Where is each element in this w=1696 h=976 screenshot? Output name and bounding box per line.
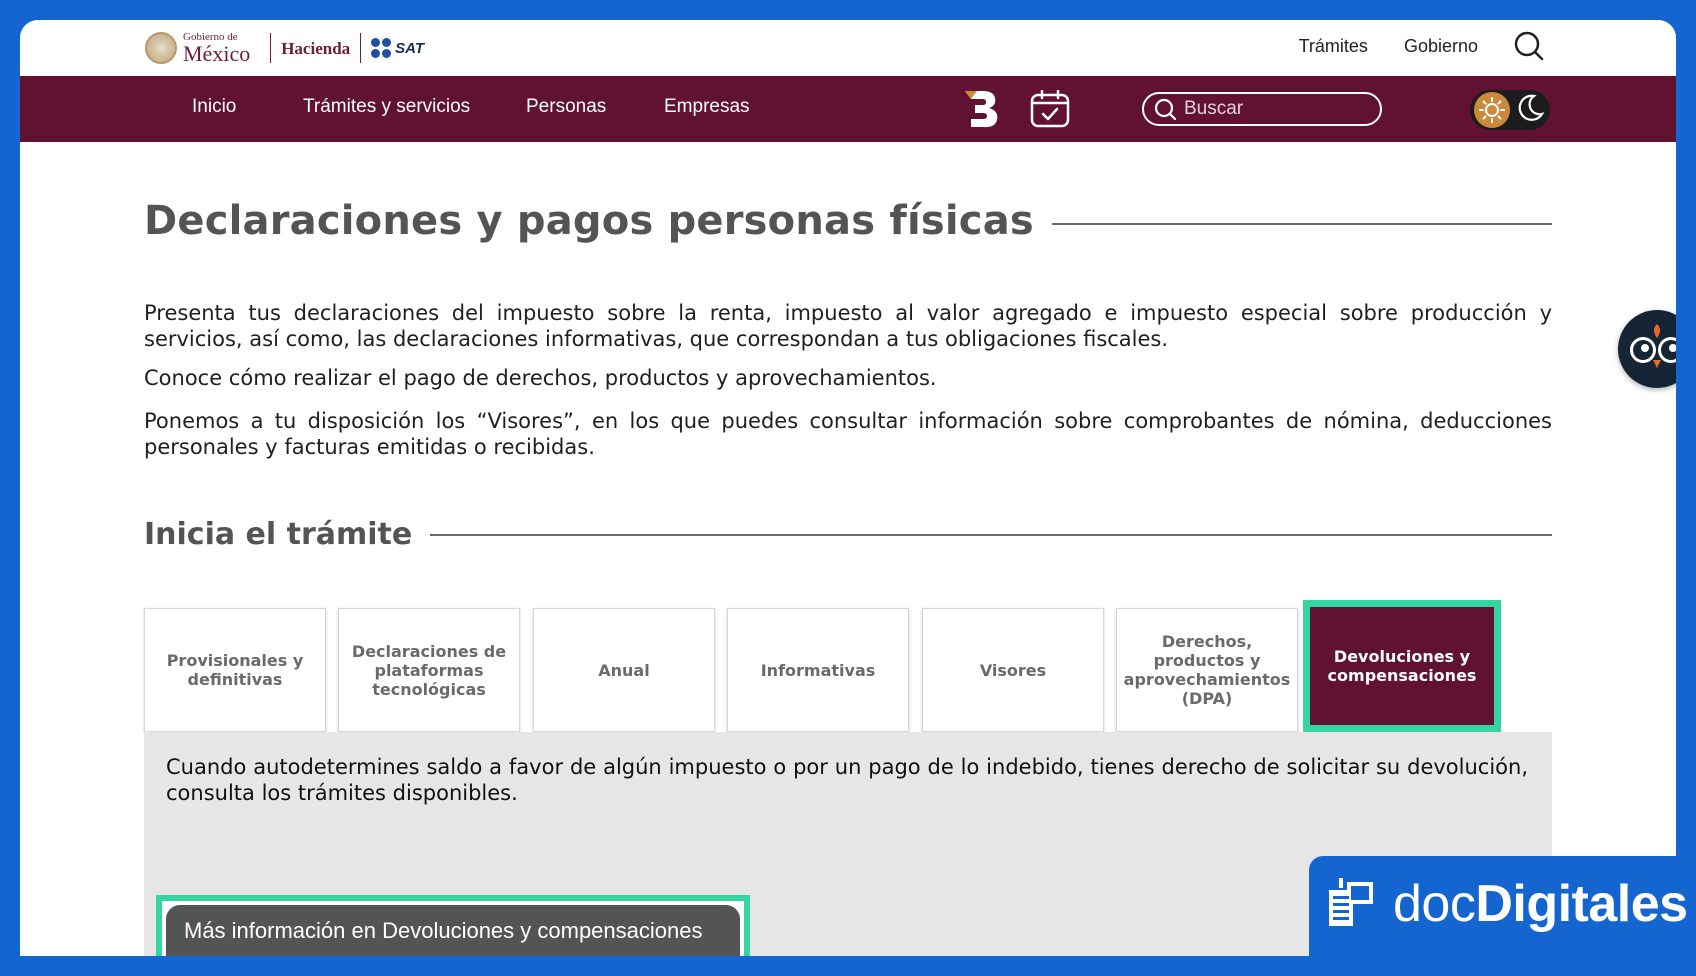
section-title-row: Inicia el trámite — [144, 517, 1552, 552]
logo-divider — [270, 33, 272, 63]
logo-sat: SAT — [395, 39, 425, 57]
moon-icon — [1514, 92, 1546, 128]
title-rule — [1051, 223, 1552, 225]
government-logos[interactable]: Gobierno de México Hacienda SAT — [145, 26, 424, 70]
tab-provisionales[interactable]: Provisionales y definitivas — [144, 608, 326, 732]
panel-text: Cuando autodetermines saldo a favor de a… — [166, 755, 1528, 805]
gobierno-mexico-logo: Gobierno de México — [183, 31, 251, 66]
intro-paragraph-2: Conoce cómo realizar el pago de derechos… — [144, 366, 937, 390]
logo-hacienda: Hacienda — [281, 38, 351, 58]
intro-paragraph-1: Presenta tus declaraciones del impuesto … — [144, 301, 1552, 351]
top-link-tramites[interactable]: Trámites — [1299, 36, 1368, 57]
sat-logo: SAT — [371, 38, 424, 58]
watermark-text: docDigitales — [1393, 874, 1688, 934]
nav-item-inicio[interactable]: Inicio — [192, 96, 236, 118]
search-icon[interactable] — [1513, 30, 1545, 62]
browser-page: Gobierno de México Hacienda SAT Trámites… — [20, 20, 1676, 956]
logo-divider — [360, 33, 362, 63]
sat-dots-icon — [371, 38, 392, 58]
main-nav: Inicio Trámites y servicios Personas Emp… — [20, 76, 1676, 142]
search-icon — [1154, 98, 1176, 120]
page-title: Declaraciones y pagos personas físicas — [144, 198, 1034, 244]
search-field[interactable] — [1142, 92, 1382, 126]
document-icon — [1329, 878, 1373, 926]
intro-paragraph-3: Ponemos a tu disposición los “Visores”, … — [144, 409, 1552, 459]
docdigitales-watermark: docDigitales — [1309, 856, 1696, 976]
top-link-gobierno[interactable]: Gobierno — [1404, 36, 1478, 57]
section-title: Inicia el trámite — [144, 517, 413, 552]
section-rule — [430, 533, 1552, 536]
page-title-row: Declaraciones y pagos personas físicas — [144, 198, 1552, 244]
tab-dpa[interactable]: Derechos, productos y aprovechamientos (… — [1116, 608, 1298, 732]
sun-icon — [1474, 92, 1510, 128]
watermark-prefix: doc — [1393, 875, 1476, 933]
tab-visores[interactable]: Visores — [922, 608, 1104, 732]
more-info-highlight: Más información en Devoluciones y compen… — [156, 895, 750, 956]
tab-devoluciones-compensaciones[interactable]: Devoluciones y compensaciones — [1303, 600, 1501, 732]
watermark-bold: Digitales — [1475, 875, 1688, 933]
top-bar: Gobierno de México Hacienda SAT Trámites… — [20, 20, 1676, 76]
nav-item-empresas[interactable]: Empresas — [664, 96, 750, 118]
top-links: Trámites Gobierno — [1299, 36, 1478, 57]
logo-gob-big: México — [183, 40, 251, 66]
tab-plataformas-tecnologicas[interactable]: Declaraciones de plataformas tecnológica… — [338, 608, 520, 732]
b-logo-icon[interactable] — [963, 89, 1001, 129]
hacienda-logo: Hacienda — [281, 40, 350, 57]
owl-assistant-icon[interactable] — [1618, 310, 1676, 388]
calendar-icon[interactable] — [1030, 89, 1070, 128]
search-input[interactable] — [1184, 98, 1364, 120]
tab-informativas[interactable]: Informativas — [727, 608, 909, 732]
national-seal-icon — [145, 32, 177, 64]
nav-item-tramites-servicios[interactable]: Trámites y servicios — [303, 96, 470, 118]
theme-toggle[interactable] — [1470, 90, 1550, 130]
tab-anual[interactable]: Anual — [533, 608, 715, 732]
more-info-button[interactable]: Más información en Devoluciones y compen… — [166, 905, 740, 956]
nav-item-personas[interactable]: Personas — [526, 96, 606, 118]
